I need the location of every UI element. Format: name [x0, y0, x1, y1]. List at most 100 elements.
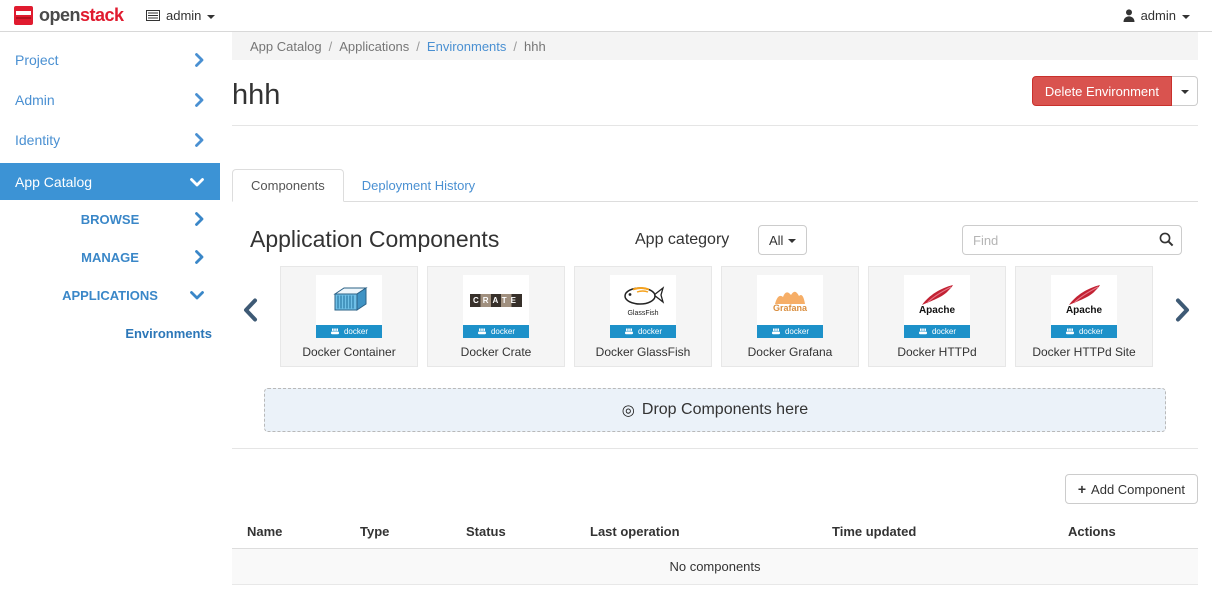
sidebar-item-manage[interactable]: MANAGE — [0, 238, 220, 276]
tab-components[interactable]: Components — [232, 169, 344, 202]
docker-badge: docker — [610, 325, 676, 338]
drop-components-zone[interactable]: ◎ Drop Components here — [264, 388, 1166, 432]
crate-icon: CRATE — [470, 294, 522, 307]
chevron-down-icon — [190, 177, 204, 187]
glassfish-icon — [621, 284, 665, 312]
sidebar-item-project[interactable]: Project — [0, 40, 220, 80]
carousel-next-arrow-icon[interactable] — [1175, 298, 1191, 327]
chevron-right-icon — [194, 53, 204, 67]
user-icon — [1123, 9, 1135, 22]
title-divider — [232, 125, 1198, 126]
chevron-right-icon — [194, 133, 204, 147]
docker-badge: docker — [463, 325, 529, 338]
apache-feather-icon — [1064, 284, 1104, 306]
breadcrumb-current: hhh — [524, 39, 546, 54]
breadcrumb-separator: / — [329, 39, 333, 54]
sidebar-item-applications[interactable]: APPLICATIONS — [0, 276, 220, 314]
component-card-docker-grafana[interactable]: Grafana docker Docker Grafana — [721, 266, 859, 367]
list-icon — [146, 10, 160, 21]
dropzone-text: Drop Components here — [642, 401, 808, 419]
docker-badge-text: docker — [491, 327, 515, 336]
column-header-type: Type — [345, 515, 451, 549]
apache-label: Apache — [1066, 305, 1102, 316]
plus-icon: + — [1078, 481, 1086, 497]
main-content: App Catalog / Applications / Environment… — [232, 32, 1198, 585]
table-header-row: Name Type Status Last operation Time upd… — [232, 515, 1198, 549]
tab-deployment-history[interactable]: Deployment History — [344, 169, 493, 201]
delete-environment-button[interactable]: Delete Environment — [1032, 76, 1172, 106]
user-menu[interactable]: admin — [1123, 8, 1190, 23]
card-icon: docker — [316, 275, 382, 338]
component-card-docker-glassfish[interactable]: GlassFish docker Docker GlassFish — [574, 266, 712, 367]
bullseye-icon: ◎ — [622, 401, 635, 419]
sidebar-item-app-catalog[interactable]: App Catalog — [0, 163, 220, 200]
delete-environment-dropdown-toggle[interactable] — [1172, 76, 1198, 106]
sidebar: Project Admin Identity App Catalog BROWS… — [0, 32, 220, 592]
add-component-button[interactable]: + Add Component — [1065, 474, 1198, 504]
user-label: admin — [1141, 8, 1176, 23]
caret-down-icon — [207, 15, 215, 19]
app-category-label: App category — [635, 231, 729, 249]
app-category-dropdown[interactable]: All — [758, 225, 807, 255]
breadcrumb-separator: / — [513, 39, 517, 54]
tab-bar: Components Deployment History — [232, 169, 1198, 202]
find-input[interactable] — [962, 225, 1182, 255]
find-search — [962, 225, 1182, 255]
caret-down-icon — [1182, 15, 1190, 19]
column-header-actions: Actions — [1053, 515, 1198, 549]
component-card-docker-httpd[interactable]: Apache docker Docker HTTPd — [868, 266, 1006, 367]
sidebar-item-label: App Catalog — [15, 174, 92, 190]
docker-whale-icon — [771, 327, 782, 336]
card-label: Docker Crate — [428, 345, 564, 359]
project-context-switcher[interactable]: admin — [146, 8, 215, 23]
docker-whale-icon — [330, 327, 341, 336]
card-icon: CRATE docker — [463, 275, 529, 338]
docker-badge: docker — [904, 325, 970, 338]
card-label: Docker Container — [281, 345, 417, 359]
docker-whale-icon — [624, 327, 635, 336]
openstack-logo[interactable]: openstack — [14, 5, 124, 26]
sidebar-item-admin[interactable]: Admin — [0, 80, 220, 120]
apache-feather-icon — [917, 284, 957, 306]
brand-text: openstack — [39, 5, 124, 26]
grafana-label: Grafana — [773, 303, 807, 313]
docker-badge-text: docker — [785, 327, 809, 336]
component-card-docker-crate[interactable]: CRATE docker Docker Crate — [427, 266, 565, 367]
component-card-docker-container[interactable]: docker Docker Container — [280, 266, 418, 367]
breadcrumb-separator: / — [416, 39, 420, 54]
component-card-docker-httpd-site[interactable]: Apache docker Docker HTTPd Site — [1015, 266, 1153, 367]
sidebar-subitem-label: BROWSE — [81, 212, 140, 227]
column-header-status: Status — [451, 515, 575, 549]
carousel-prev-arrow-icon[interactable] — [242, 298, 258, 327]
sidebar-subitem-label: APPLICATIONS — [62, 288, 158, 303]
sidebar-leaf-label: Environments — [125, 326, 212, 341]
chevron-right-icon — [194, 212, 204, 226]
sidebar-item-browse[interactable]: BROWSE — [0, 200, 220, 238]
components-table: Name Type Status Last operation Time upd… — [232, 515, 1198, 585]
docker-badge: docker — [757, 325, 823, 338]
column-header-last-operation: Last operation — [575, 515, 817, 549]
openstack-cube-icon — [14, 6, 33, 25]
sidebar-item-environments[interactable]: Environments — [0, 314, 220, 352]
sidebar-item-identity[interactable]: Identity — [0, 120, 220, 160]
breadcrumb-environments-link[interactable]: Environments — [427, 39, 506, 54]
component-cards: docker Docker Container CRATE docker Doc… — [280, 266, 1162, 367]
chevron-right-icon — [194, 250, 204, 264]
docker-whale-icon — [1065, 327, 1076, 336]
card-icon: Grafana docker — [757, 275, 823, 338]
components-carousel: docker Docker Container CRATE docker Doc… — [232, 266, 1198, 371]
breadcrumb: App Catalog / Applications / Environment… — [232, 32, 1198, 60]
docker-badge-text: docker — [344, 327, 368, 336]
docker-badge-text: docker — [1079, 327, 1103, 336]
context-label: admin — [166, 8, 201, 23]
chevron-down-icon — [190, 290, 204, 300]
breadcrumb-applications: Applications — [339, 39, 409, 54]
empty-state-row: No components — [232, 549, 1198, 585]
search-icon[interactable] — [1159, 232, 1174, 247]
docker-whale-icon — [918, 327, 929, 336]
card-label: Docker GlassFish — [575, 345, 711, 359]
section-divider — [232, 448, 1198, 449]
caret-down-icon — [788, 239, 796, 243]
add-component-label: Add Component — [1091, 482, 1185, 497]
caret-down-icon — [1181, 90, 1189, 94]
